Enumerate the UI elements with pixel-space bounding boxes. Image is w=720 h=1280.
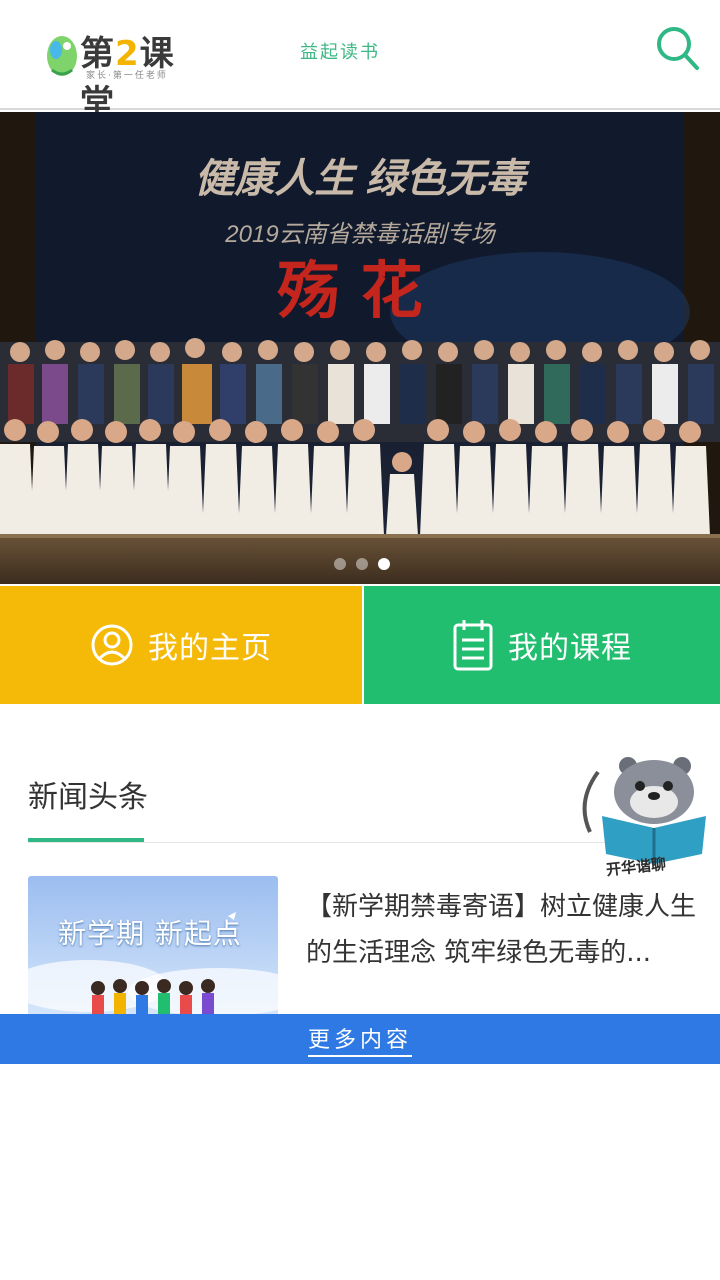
my-courses-label: 我的课程: [508, 631, 632, 666]
my-homepage-button[interactable]: 我的主页: [0, 586, 362, 704]
banner-image: 健康人生 绿色无毒 2019云南省禁毒话剧专场 殇 花: [0, 112, 720, 584]
banner-subline: 2019云南省禁毒话剧专场: [224, 221, 496, 248]
clipboard-icon: [453, 620, 493, 671]
news-thumbnail: 新学期 新起点: [28, 876, 278, 1016]
banner-play-title: 殇 花: [277, 254, 423, 327]
my-homepage-label: 我的主页: [148, 631, 272, 666]
carousel-dot[interactable]: [356, 558, 368, 570]
news-section-title[interactable]: 新闻头条: [28, 772, 148, 816]
banner-carousel[interactable]: 健康人生 绿色无毒 2019云南省禁毒话剧专场 殇 花: [0, 112, 720, 584]
more-content-label: 更多内容: [307, 1022, 412, 1057]
my-courses-button[interactable]: 我的课程: [364, 586, 720, 704]
logo-subtitle: 家长·第一任老师: [86, 71, 168, 81]
carousel-dots: [334, 558, 390, 570]
search-icon: [657, 27, 699, 70]
banner-headline: 健康人生 绿色无毒: [194, 157, 530, 201]
app-header: 第2课堂 家长·第一任老师 益起读书: [0, 0, 720, 123]
news-list-item[interactable]: 新学期 新起点 【新学期禁毒寄语】树立健康人生的生活理念 筑牢绿色无毒的...: [28, 876, 698, 1016]
news-thumbnail-caption: 新学期 新起点: [58, 917, 242, 950]
search-button[interactable]: [654, 22, 702, 74]
app-logo[interactable]: 第2课堂 家长·第一任老师: [42, 20, 202, 123]
news-item-title[interactable]: 【新学期禁毒寄语】树立健康人生的生活理念 筑牢绿色无毒的...: [306, 884, 702, 976]
logo-mascot-icon: [47, 36, 77, 76]
user-icon: [91, 624, 133, 666]
more-content-button[interactable]: 更多内容: [0, 1014, 720, 1064]
carousel-dot-active[interactable]: [378, 558, 390, 570]
carousel-dot[interactable]: [334, 558, 346, 570]
header-center-link[interactable]: 益起读书: [300, 38, 380, 64]
